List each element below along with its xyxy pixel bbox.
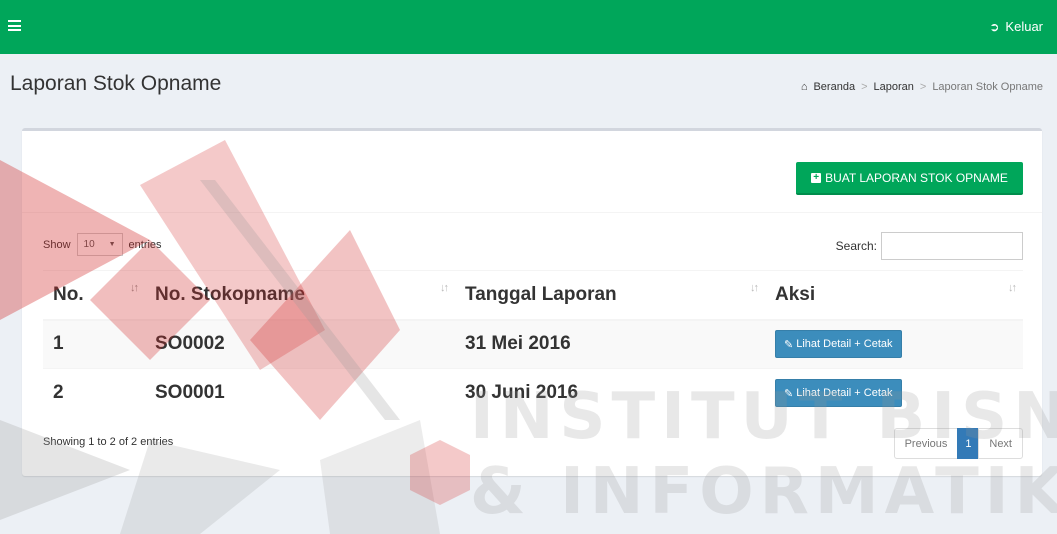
column-header-action[interactable]: Aksi ↓↑ <box>765 270 1023 321</box>
search-control: Search: <box>836 232 1023 260</box>
breadcrumb: ⌂ Beranda > Laporan > Laporan Stok Opnam… <box>801 81 1043 93</box>
sort-asc-icon: ↓↑ <box>130 282 139 294</box>
column-header-no[interactable]: No. ↓↑ <box>43 270 145 321</box>
divider <box>22 212 1042 213</box>
next-page-button[interactable]: Next <box>978 428 1023 459</box>
page-title: Laporan Stok Opname <box>10 72 222 95</box>
plus-square-icon: + <box>811 172 822 183</box>
cell-action: ✎ Lihat Detail + Cetak <box>765 368 1023 418</box>
menu-toggle-icon[interactable] <box>8 20 21 31</box>
view-detail-print-button[interactable]: ✎ Lihat Detail + Cetak <box>775 330 902 359</box>
report-box: + BUAT LAPORAN STOK OPNAME Show 10 ▼ ent… <box>22 128 1042 476</box>
search-label: Search: <box>835 239 877 253</box>
sort-icon: ↓↑ <box>750 282 759 294</box>
report-table: No. ↓↑ No. Stokopname ↓↑ Tanggal Laporan… <box>43 270 1023 418</box>
create-report-label: BUAT LAPORAN STOK OPNAME <box>825 170 1008 185</box>
content-header: Laporan Stok Opname ⌂ Beranda > Laporan … <box>0 54 1057 114</box>
create-report-button[interactable]: + BUAT LAPORAN STOK OPNAME <box>796 162 1023 195</box>
pagination: Previous 1 Next <box>893 428 1023 459</box>
logout-button[interactable]: ➲ Keluar <box>989 19 1043 34</box>
breadcrumb-beranda[interactable]: Beranda <box>813 81 855 93</box>
length-control: Show 10 ▼ entries <box>43 233 162 256</box>
cell-date: 31 Mei 2016 <box>455 319 765 369</box>
breadcrumb-separator: > <box>861 81 868 93</box>
previous-page-button[interactable]: Previous <box>893 428 959 459</box>
cell-no: 1 <box>43 319 145 369</box>
column-header-code[interactable]: No. Stokopname ↓↑ <box>145 270 455 321</box>
table-header-row: No. ↓↑ No. Stokopname ↓↑ Tanggal Laporan… <box>43 270 1023 321</box>
pencil-icon: ✎ <box>784 338 794 351</box>
page-number-button[interactable]: 1 <box>957 428 980 459</box>
breadcrumb-separator: > <box>919 81 927 93</box>
cell-code: SO0002 <box>145 319 455 369</box>
sort-icon: ↓↑ <box>440 282 449 294</box>
search-input[interactable] <box>881 232 1023 260</box>
caret-down-icon: ▼ <box>108 241 116 248</box>
table-info: Showing 1 to 2 of 2 entries <box>43 436 174 448</box>
show-label: Show <box>43 238 71 251</box>
column-header-date[interactable]: Tanggal Laporan ↓↑ <box>455 270 765 321</box>
home-icon: ⌂ <box>800 81 808 93</box>
sort-icon: ↓↑ <box>1008 282 1017 294</box>
sign-out-icon: ➲ <box>989 19 1000 34</box>
table-row: 1 SO0002 31 Mei 2016 ✎ Lihat Detail + Ce… <box>43 319 1023 369</box>
cell-code: SO0001 <box>145 368 455 418</box>
view-detail-print-button[interactable]: ✎ Lihat Detail + Cetak <box>775 379 902 408</box>
pencil-icon: ✎ <box>784 387 794 400</box>
breadcrumb-current: Laporan Stok Opname <box>932 81 1043 93</box>
length-value: 10 <box>83 239 95 250</box>
logout-label: Keluar <box>1005 19 1043 34</box>
cell-action: ✎ Lihat Detail + Cetak <box>765 319 1023 369</box>
top-navbar: ➲ Keluar <box>0 0 1057 54</box>
entries-label: entries <box>128 238 162 251</box>
entries-length-select[interactable]: 10 ▼ <box>76 233 123 256</box>
breadcrumb-laporan[interactable]: Laporan <box>874 81 914 93</box>
cell-no: 2 <box>43 368 145 418</box>
table-row: 2 SO0001 30 Juni 2016 ✎ Lihat Detail + C… <box>43 368 1023 418</box>
cell-date: 30 Juni 2016 <box>455 368 765 418</box>
